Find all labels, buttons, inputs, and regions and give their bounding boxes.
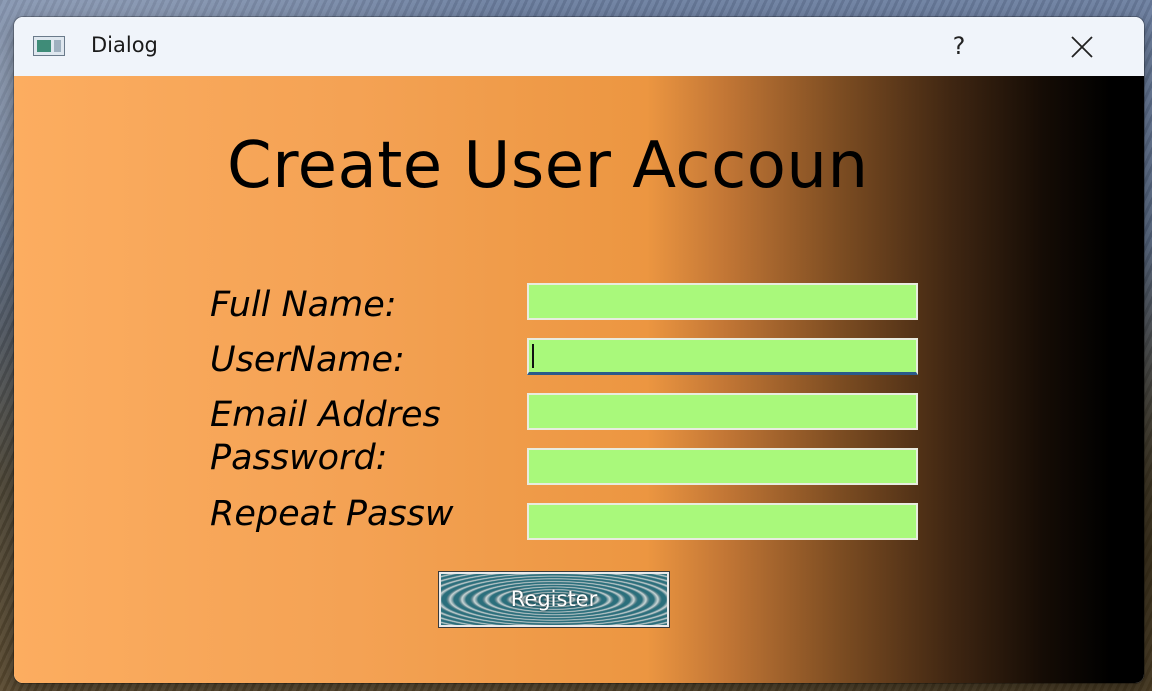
repeat-password-label: Repeat Passw [210, 494, 454, 534]
password-field[interactable] [527, 448, 918, 485]
email-address-label: Email Addres [210, 395, 441, 435]
title-bar[interactable]: Dialog ? [14, 17, 1144, 76]
help-button[interactable]: ? [937, 25, 981, 67]
close-icon [1071, 36, 1093, 58]
register-button[interactable]: Register [438, 571, 670, 628]
window-icon [33, 36, 65, 56]
full-name-label: Full Name: [210, 285, 397, 325]
dialog-content: Create User Accoun Full Name: UserName: … [14, 76, 1144, 683]
email-address-field[interactable] [527, 393, 918, 430]
register-button-label: Register [510, 587, 598, 611]
window-title: Dialog [91, 33, 158, 57]
dialog-window: Dialog ? Create User Accoun Full Name: U… [14, 17, 1144, 683]
close-button[interactable] [1060, 25, 1104, 67]
password-label: Password: [210, 438, 388, 478]
full-name-field[interactable] [527, 283, 918, 320]
text-caret [532, 344, 534, 368]
username-label: UserName: [210, 340, 405, 380]
page-title: Create User Accoun [227, 129, 869, 203]
username-field[interactable] [527, 338, 918, 375]
repeat-password-field[interactable] [527, 503, 918, 540]
